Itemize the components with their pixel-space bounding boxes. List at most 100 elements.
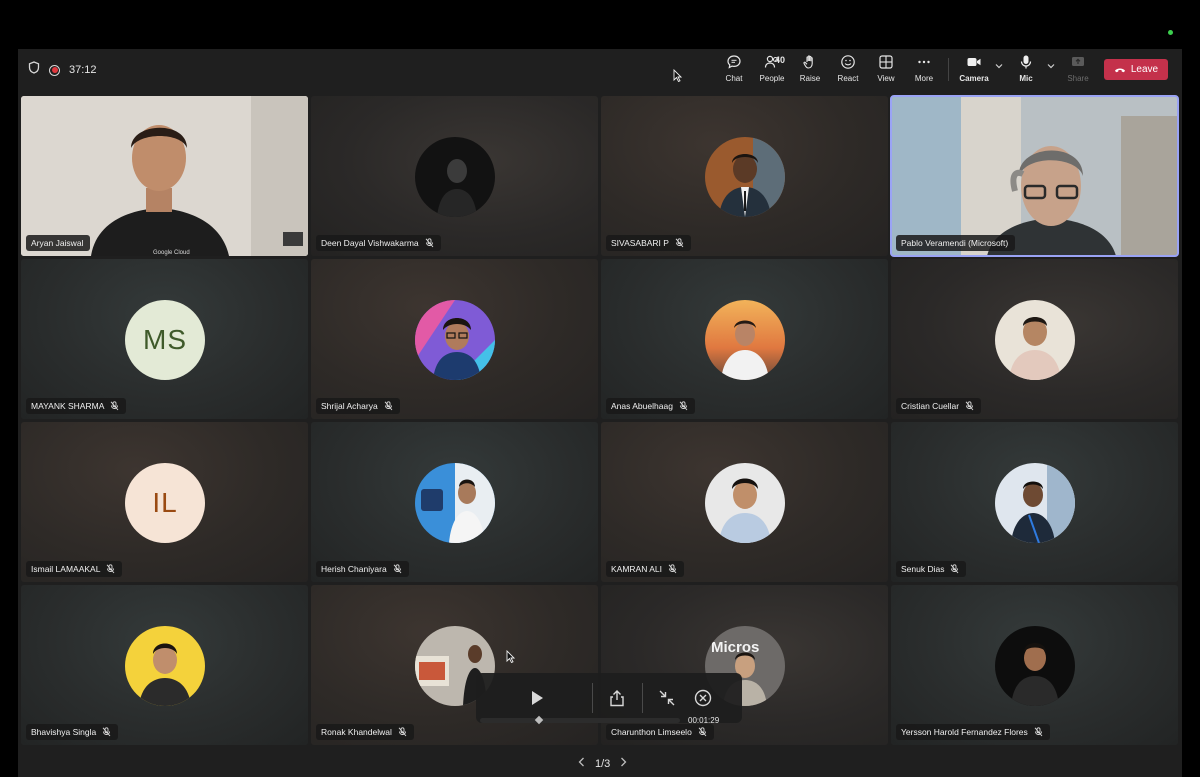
play-button[interactable] [524,685,550,711]
avatar [995,300,1075,380]
share-screen-icon [1072,57,1084,66]
mic-off-icon [425,238,433,248]
chat-label: Chat [725,74,743,83]
toolbar-divider [948,58,949,81]
participant-nameplate: Anas Abuelhaag [606,398,695,414]
participant-nameplate: Cristian Cuellar [896,398,982,414]
more-dots-icon [918,60,930,64]
participant-tile[interactable]: Google Cloud Aryan Jaiswal [21,96,308,256]
mic-off-icon [384,401,393,411]
mic-off-icon [102,727,111,737]
leave-label: Leave [1130,64,1159,75]
smiley-icon [841,55,855,69]
participant-nameplate: Ismail LAMAAKAL [26,561,123,577]
participant-tile[interactable]: Herish Chaniyara [311,422,598,582]
play-icon [532,691,543,705]
participant-name: Anas Abuelhaag [611,401,673,411]
participant-name: Senuk Dias [901,564,945,574]
mic-off-icon [679,401,688,411]
participant-nameplate: Ronak Khandelwal [316,724,414,740]
participant-name: Aryan Jaiswal [31,238,84,248]
mic-off-icon [951,564,959,574]
status-indicator [1168,30,1173,35]
collapse-icon [659,690,675,706]
share-button[interactable]: Share [1059,54,1097,86]
participant-name: Charunthon Limseelo [611,727,692,737]
participant-tile[interactable]: Shrijal Acharya [311,259,598,419]
avatar [995,626,1075,706]
participant-tile[interactable]: Cristian Cuellar [891,259,1178,419]
grid-view-icon [879,55,893,69]
people-label: People [759,74,785,83]
participant-nameplate: KAMRAN ALI [606,561,685,577]
avatar [415,300,495,380]
close-icon [694,689,712,707]
participant-name: Ismail LAMAAKAL [31,564,101,574]
participant-tile[interactable]: MS MAYANK SHARMA [21,259,308,419]
minimize-button[interactable] [654,685,680,711]
chat-button[interactable]: Chat [715,54,753,86]
mic-button[interactable]: Mic [1007,54,1045,86]
avatar [705,300,785,380]
participant-name: KAMRAN ALI [611,564,663,574]
participant-video: Google Cloud [21,96,308,256]
participant-tile[interactable]: Yersson Harold Fernandez Flores [891,585,1178,745]
participant-nameplate: Bhavishya Singla [26,724,119,740]
participant-name: Yersson Harold Fernandez Flores [901,727,1028,737]
raise-hand-button[interactable]: Raise [791,54,829,86]
participant-nameplate: Yersson Harold Fernandez Flores [896,724,1050,740]
chat-icon [727,55,741,69]
meeting-status: 37:12 [28,61,97,79]
participant-tile[interactable]: Bhavishya Singla [21,585,308,745]
previous-page-button[interactable] [578,757,585,770]
participant-tile-active-speaker[interactable]: Pablo Veramendi (Microsoft) [890,95,1179,257]
participant-tile[interactable]: Senuk Dias [891,422,1178,582]
react-label: React [837,74,859,83]
participant-nameplate: SIVASABARI P [606,235,691,251]
close-button[interactable] [690,685,716,711]
mouse-cursor-icon [673,69,682,82]
controls-divider [592,683,593,713]
participant-name: Bhavishya Singla [31,727,97,737]
avatar-initials: MS [143,324,187,355]
avatar [415,137,495,217]
people-button[interactable]: 40 People [753,54,791,86]
participant-tile[interactable]: SIVASABARI P [601,96,888,256]
share-export-button[interactable] [604,685,630,711]
react-button[interactable]: React [829,54,867,86]
mic-off-icon [398,727,407,737]
participant-nameplate: Senuk Dias [896,561,967,577]
camera-options-chevron-down-icon[interactable] [995,63,1003,69]
mic-off-icon [965,401,974,411]
meeting-timer: 37:12 [69,64,97,76]
participant-tile[interactable]: KAMRAN ALI [601,422,888,582]
participant-nameplate: Shrijal Acharya [316,398,400,414]
chevron-right-icon [621,757,627,767]
view-button[interactable]: View [867,54,905,86]
participant-tile[interactable]: Deen Dayal Vishwakarma [311,96,598,256]
shield-icon [28,61,40,79]
next-page-button[interactable] [620,757,627,770]
camera-icon [967,58,981,66]
participant-name: Herish Chaniyara [321,564,387,574]
participant-tile[interactable]: Anas Abuelhaag [601,259,888,419]
page-navigator: 1/3 [578,757,627,770]
recording-icon [49,64,60,76]
mic-options-chevron-down-icon[interactable] [1047,63,1055,69]
more-button[interactable]: More [905,54,943,86]
controls-divider [642,683,643,713]
participant-name: Pablo Veramendi (Microsoft) [901,238,1009,248]
mic-off-icon [107,564,115,574]
raise-label: Raise [799,74,821,83]
avatar: IL [125,463,205,543]
playback-scrubber[interactable] [480,715,680,725]
mic-off-icon [393,564,402,574]
scrubber-handle[interactable] [534,715,544,725]
leave-button[interactable]: Leave [1104,59,1168,80]
participant-tile[interactable]: IL Ismail LAMAAKAL [21,422,308,582]
participant-nameplate: Charunthon Limseelo [606,724,714,740]
camera-button[interactable]: Camera [955,54,993,86]
avatar [705,463,785,543]
mic-off-icon [698,727,707,737]
microphone-icon [1020,55,1032,69]
